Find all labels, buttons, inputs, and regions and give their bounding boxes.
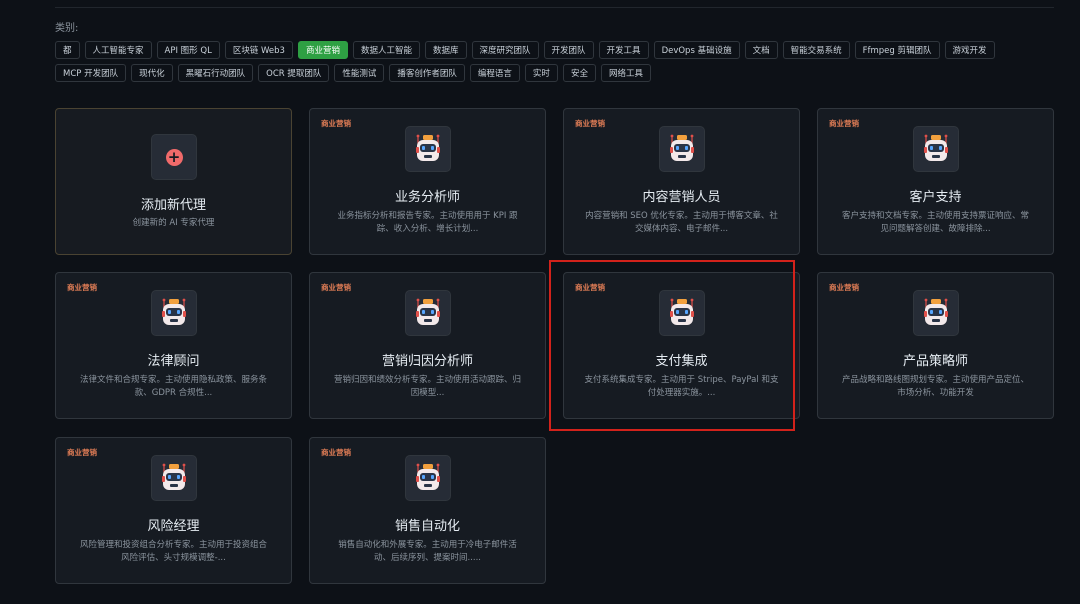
agent-avatar — [912, 290, 959, 336]
agent-card[interactable]: 商业营销 业务分析师 业务指标分析和报告专家。主动使用用于 KPI 跟踪、收入分… — [309, 108, 546, 255]
tag-blockchain[interactable]: 区块链 Web3 — [224, 41, 293, 59]
agent-description: 销售自动化和外展专家。主动用于冷电子邮件活动、后续序列、提案时间..... — [338, 540, 517, 563]
category-badge: 商业营销 — [575, 119, 605, 128]
agent-avatar — [404, 290, 451, 336]
add-agent-subtitle: 创建新的 AI 专家代理 — [132, 218, 215, 228]
tag-game-dev[interactable]: 游戏开发 — [944, 41, 995, 59]
tag-ocr[interactable]: OCR 提取团队 — [258, 64, 330, 82]
tag-dev-team[interactable]: 开发团队 — [543, 41, 594, 59]
top-divider — [55, 7, 1054, 8]
agent-card[interactable]: 商业营销 风险经理 风险管理和投资组合分析专家。主动用于投资组合风险评估、头寸规… — [55, 437, 292, 584]
agent-name: 法律顾问 — [147, 354, 200, 369]
add-agent-title: 添加新代理 — [140, 198, 206, 213]
add-icon-box: + — [150, 134, 197, 180]
robot-icon — [923, 298, 948, 325]
agent-name: 客户支持 — [909, 190, 962, 205]
agent-name: 产品策略师 — [902, 354, 968, 369]
tag-ai-experts[interactable]: 人工智能专家 — [84, 41, 152, 59]
robot-icon — [923, 134, 948, 161]
agent-name: 内容营销人员 — [642, 190, 721, 205]
category-badge: 商业营销 — [67, 283, 97, 292]
agent-description: 法律文件和合规专家。主动使用隐私政策、服务条款、GDPR 合规性... — [79, 375, 267, 398]
category-badge: 商业营销 — [321, 283, 351, 292]
category-label: 类别: — [55, 23, 79, 34]
agent-name: 支付集成 — [655, 354, 708, 369]
tag-business-marketing[interactable]: 商业营销 — [297, 41, 348, 59]
agent-card[interactable]: 商业营销 支付集成 支付系统集成专家。主动用于 Stripe、PayPal 和支… — [563, 272, 800, 419]
agent-description: 内容营销和 SEO 优化专家。主动用于博客文章、社交媒体内容、电子邮件... — [585, 211, 778, 234]
agent-card[interactable]: 商业营销 营销归因分析师 营销归因和绩效分析专家。主动使用活动跟踪、归因模型..… — [309, 272, 546, 419]
agent-card[interactable]: 商业营销 销售自动化 销售自动化和外展专家。主动用于冷电子邮件活动、后续序列、提… — [309, 437, 546, 584]
tag-mcp[interactable]: MCP 开发团队 — [55, 64, 127, 82]
tag-perf-testing[interactable]: 性能测试 — [334, 64, 385, 82]
robot-icon — [161, 298, 186, 325]
agent-name: 风险经理 — [147, 519, 200, 534]
agent-name: 业务分析师 — [394, 190, 460, 205]
tag-data-ai[interactable]: 数据人工智能 — [352, 41, 420, 59]
agent-description: 产品战略和路线图规划专家。主动使用产品定位、市场分析、功能开发 — [841, 375, 1029, 398]
tag-trading[interactable]: 智能交易系统 — [782, 41, 850, 59]
add-agent-card[interactable]: + 添加新代理 创建新的 AI 专家代理 — [55, 108, 292, 255]
tag-obsidian-ops[interactable]: 黑曜石行动团队 — [177, 64, 254, 82]
category-badge: 商业营销 — [67, 448, 97, 457]
agent-avatar — [404, 455, 451, 501]
category-badge: 商业营销 — [829, 119, 859, 128]
agent-description: 风险管理和投资组合分析专家。主动用于投资组合风险评估、头寸规模调整-... — [79, 540, 267, 563]
tag-modernization[interactable]: 现代化 — [131, 64, 173, 82]
tag-docs[interactable]: 文档 — [744, 41, 778, 59]
agent-name: 营销归因分析师 — [381, 354, 473, 369]
category-badge: 商业营销 — [575, 283, 605, 292]
tag-security[interactable]: 安全 — [562, 64, 596, 82]
tag-database[interactable]: 数据库 — [425, 41, 467, 59]
robot-icon — [415, 134, 440, 161]
agent-description: 业务指标分析和报告专家。主动使用用于 KPI 跟踪、收入分析、增长计划... — [337, 211, 518, 234]
agent-card[interactable]: 商业营销 法律顾问 法律文件和合规专家。主动使用隐私政策、服务条款、GDPR 合… — [55, 272, 292, 419]
robot-icon — [669, 298, 694, 325]
robot-icon — [415, 463, 440, 490]
category-badge: 商业营销 — [829, 283, 859, 292]
category-badge: 商业营销 — [321, 119, 351, 128]
tag-devops[interactable]: DevOps 基础设施 — [653, 41, 740, 59]
agent-avatar — [912, 126, 959, 172]
agent-avatar — [658, 126, 705, 172]
robot-icon — [669, 134, 694, 161]
tag-all[interactable]: 都 — [55, 41, 80, 59]
category-tags: 都 人工智能专家 API 图形 QL 区块链 Web3 商业营销 数据人工智能 … — [55, 41, 1055, 82]
agent-card[interactable]: 商业营销 内容营销人员 内容营销和 SEO 优化专家。主动用于博客文章、社交媒体… — [563, 108, 800, 255]
agent-avatar — [150, 290, 197, 336]
tag-deep-research[interactable]: 深度研究团队 — [471, 41, 539, 59]
tag-realtime[interactable]: 实时 — [524, 64, 558, 82]
agent-avatar — [150, 455, 197, 501]
tag-ffmpeg[interactable]: Ffmpeg 剪辑团队 — [854, 41, 940, 59]
agent-avatar — [404, 126, 451, 172]
robot-icon — [161, 463, 186, 490]
agent-description: 客户支持和文档专家。主动使用支持票证响应、常见问题解答创建、故障排除... — [841, 211, 1029, 234]
tag-api-graphql[interactable]: API 图形 QL — [156, 41, 220, 59]
tag-web-tools[interactable]: 网络工具 — [600, 64, 651, 82]
tag-podcast[interactable]: 播客创作者团队 — [389, 64, 465, 82]
agent-avatar — [658, 290, 705, 336]
agent-description: 营销归因和绩效分析专家。主动使用活动跟踪、归因模型... — [333, 375, 521, 398]
tag-dev-tools[interactable]: 开发工具 — [598, 41, 649, 59]
agent-description: 支付系统集成专家。主动用于 Stripe、PayPal 和支付处理器实施。... — [584, 375, 779, 398]
agent-card[interactable]: 商业营销 客户支持 客户支持和文档专家。主动使用支持票证响应、常见问题解答创建、… — [817, 108, 1054, 255]
tag-languages[interactable]: 编程语言 — [469, 64, 520, 82]
robot-icon — [415, 298, 440, 325]
agent-card[interactable]: 商业营销 产品策略师 产品战略和路线图规划专家。主动使用产品定位、市场分析、功能… — [817, 272, 1054, 419]
category-badge: 商业营销 — [321, 448, 351, 457]
agent-name: 销售自动化 — [394, 519, 460, 534]
plus-icon: + — [165, 149, 183, 166]
